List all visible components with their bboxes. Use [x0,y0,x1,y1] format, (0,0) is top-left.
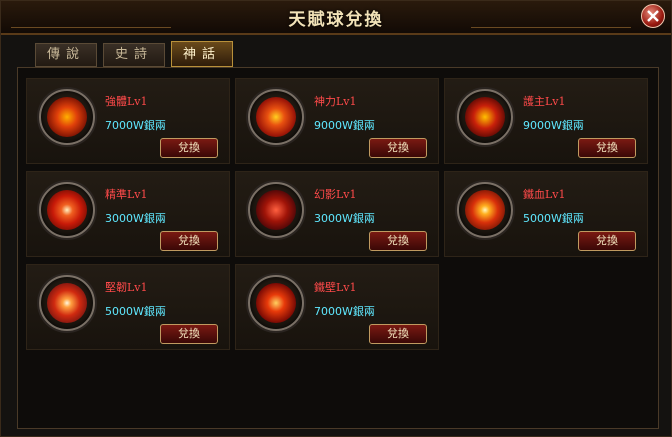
item-name: 精準Lv1 [105,188,148,201]
item-name: 堅韌Lv1 [105,281,148,294]
eye-orb-icon [39,182,95,238]
exchange-button[interactable]: 兌換 [369,324,427,344]
exchange-button[interactable]: 兌換 [578,231,636,251]
star-burst-orb-icon [457,182,513,238]
item-card: 神力Lv1 9000W銀兩 兌換 [235,78,439,164]
item-name: 幻影Lv1 [314,188,357,201]
item-name: 鐵血Lv1 [523,188,566,201]
title-bar: 天賦球兌換 [1,1,671,35]
exchange-button[interactable]: 兌換 [578,138,636,158]
demon-face-orb-icon [457,89,513,145]
item-price: 5000W銀兩 [523,212,584,225]
tab-epic[interactable]: 史詩 [103,43,165,67]
item-card: 堅韌Lv1 5000W銀兩 兌換 [26,264,230,350]
item-grid-panel: 強體Lv1 7000W銀兩 兌換 神力Lv1 9000W銀兩 兌換 護主Lv1 … [17,67,659,429]
close-button[interactable] [641,4,665,28]
tab-legend[interactable]: 傳說 [35,43,97,67]
item-name: 護主Lv1 [523,95,566,108]
close-icon [647,10,659,22]
item-card: 鐵壁Lv1 7000W銀兩 兌換 [235,264,439,350]
item-price: 3000W銀兩 [105,212,166,225]
item-name: 強體Lv1 [105,95,148,108]
item-card: 強體Lv1 7000W銀兩 兌換 [26,78,230,164]
item-price: 7000W銀兩 [314,305,375,318]
exchange-button[interactable]: 兌換 [160,231,218,251]
exchange-button[interactable]: 兌換 [369,138,427,158]
item-name: 神力Lv1 [314,95,357,108]
item-price: 7000W銀兩 [105,119,166,132]
item-card: 護主Lv1 9000W銀兩 兌換 [444,78,648,164]
shield-burst-orb-icon [248,275,304,331]
burst-orb-icon [248,89,304,145]
item-price: 3000W銀兩 [314,212,375,225]
exchange-button[interactable]: 兌換 [160,138,218,158]
phantom-orb-icon [248,182,304,238]
exchange-button[interactable]: 兌換 [160,324,218,344]
item-name: 鐵壁Lv1 [314,281,357,294]
light-burst-orb-icon [39,275,95,331]
fire-swirl-orb-icon [39,89,95,145]
talent-orb-exchange-window: 天賦球兌換 傳說 史詩 神話 強體Lv1 7000W銀兩 兌換 神力Lv1 90… [0,0,672,437]
item-price: 5000W銀兩 [105,305,166,318]
tab-myth[interactable]: 神話 [171,41,233,67]
item-card: 鐵血Lv1 5000W銀兩 兌換 [444,171,648,257]
exchange-button[interactable]: 兌換 [369,231,427,251]
item-card: 精準Lv1 3000W銀兩 兌換 [26,171,230,257]
item-card: 幻影Lv1 3000W銀兩 兌換 [235,171,439,257]
item-price: 9000W銀兩 [523,119,584,132]
item-price: 9000W銀兩 [314,119,375,132]
window-title: 天賦球兌換 [288,10,384,30]
